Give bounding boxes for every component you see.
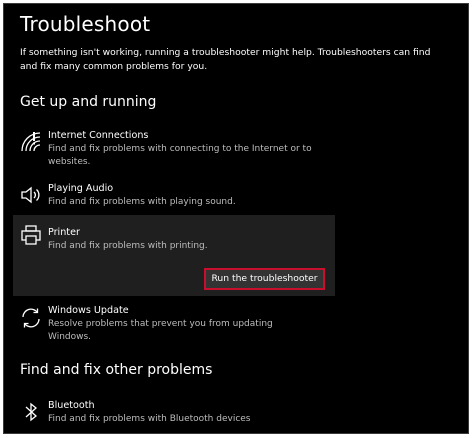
troubleshooter-bluetooth[interactable]: Bluetooth Find and fix problems with Blu… [13,400,333,430]
item-name: Windows Update [48,305,129,316]
section-heading-get-up-running: Get up and running [20,94,157,110]
page-title: Troubleshoot [20,12,151,36]
item-name: Internet Connections [48,130,149,141]
troubleshooter-windows-update[interactable]: Windows Update Resolve problems that pre… [13,305,333,342]
item-name: Bluetooth [48,400,95,411]
page-description: If something isn't working, running a tr… [20,47,431,72]
sync-icon [19,306,43,330]
speaker-icon [19,183,43,207]
troubleshooter-internet-connections[interactable]: Internet Connections Find and fix proble… [13,130,333,170]
item-name: Printer [48,227,80,238]
run-troubleshooter-button[interactable]: Run the troubleshooter [204,268,325,290]
printer-icon [19,223,43,247]
bluetooth-icon [19,400,43,424]
item-description: Resolve problems that prevent you from u… [48,319,273,342]
settings-window: Troubleshoot If something isn't working,… [3,3,469,434]
item-description: Find and fix problems with Bluetooth dev… [48,414,251,424]
wifi-icon [19,130,43,154]
troubleshooter-playing-audio[interactable]: Playing Audio Find and fix problems with… [13,183,333,211]
item-description: Find and fix problems with printing. [48,241,208,251]
item-name: Playing Audio [48,183,114,194]
item-description: Find and fix problems with connecting to… [48,144,312,167]
section-heading-find-fix-other: Find and fix other problems [20,362,213,378]
item-description: Find and fix problems with playing sound… [48,197,236,207]
